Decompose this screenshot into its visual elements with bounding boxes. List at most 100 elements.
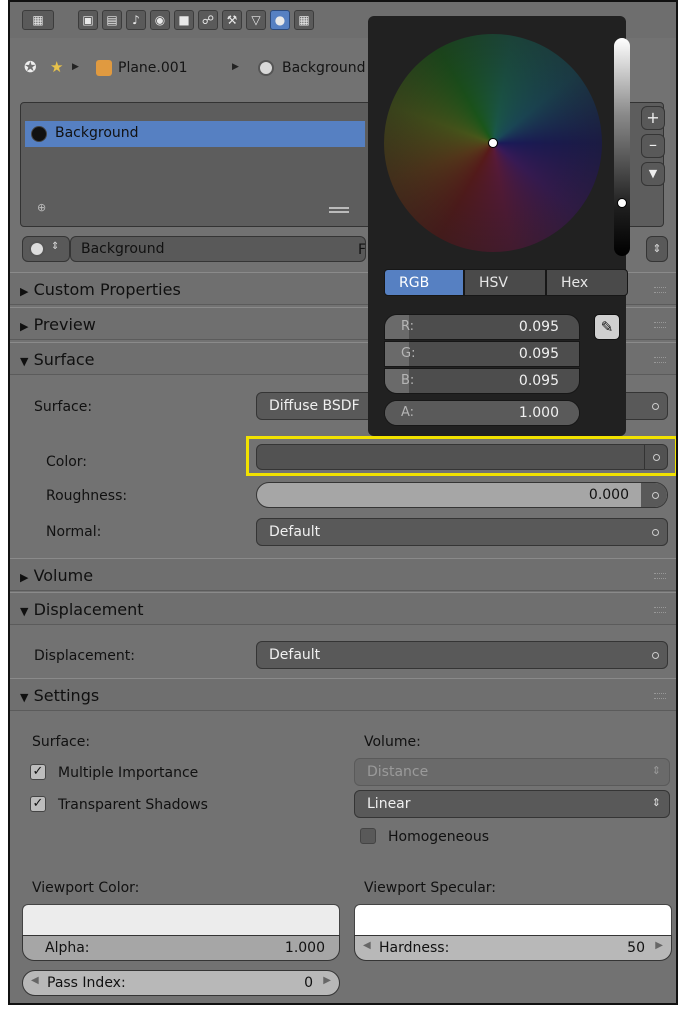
list-item[interactable]: Background bbox=[25, 121, 365, 147]
blue-channel-slider[interactable]: B: 0.095 bbox=[384, 368, 580, 394]
homogeneous-checkbox[interactable] bbox=[360, 828, 376, 844]
viewport-specular-label: Viewport Specular: bbox=[364, 880, 497, 896]
tab-rgb[interactable]: RGB bbox=[384, 269, 464, 296]
hardness-value: 50 bbox=[627, 940, 645, 956]
volume-header[interactable]: ▶ Volume bbox=[10, 558, 676, 591]
data-icon[interactable]: ▽ bbox=[246, 10, 266, 30]
render-layers-icon[interactable]: ▤ bbox=[102, 10, 122, 30]
settings-header[interactable]: ▼ Settings bbox=[10, 678, 676, 711]
color-swatch[interactable] bbox=[256, 444, 668, 470]
transparent-shadows-checkbox[interactable]: ✓ bbox=[30, 796, 46, 812]
add-world-icon[interactable]: + bbox=[641, 106, 665, 130]
displacement-input-button[interactable]: Default bbox=[256, 641, 668, 669]
surface-shader-value: Diffuse BSDF bbox=[269, 398, 360, 414]
expand-arrow-icon: ▼ bbox=[20, 355, 29, 368]
world-sphere-icon bbox=[31, 126, 47, 142]
green-channel-slider[interactable]: G: 0.095 bbox=[384, 341, 580, 367]
filter-icon[interactable]: ⊕ bbox=[37, 201, 46, 214]
breadcrumb-object[interactable]: Plane.001 bbox=[118, 60, 188, 76]
updown-arrows-icon: ⇕ bbox=[651, 764, 661, 777]
resize-grip-icon[interactable] bbox=[329, 207, 349, 213]
channel-label: R: bbox=[401, 319, 415, 334]
section-title: Preview bbox=[33, 315, 96, 334]
socket-icon bbox=[653, 454, 660, 461]
world-icon[interactable]: ◉ bbox=[150, 10, 170, 30]
pass-index-field[interactable]: ◀ Pass Index: 0 ▶ bbox=[22, 970, 340, 996]
volume-interpolation-value: Linear bbox=[367, 796, 411, 812]
volume-interpolation-dropdown[interactable]: Linear ⇕ bbox=[354, 790, 670, 818]
roughness-label: Roughness: bbox=[46, 488, 128, 504]
volume-sampling-value: Distance bbox=[367, 764, 429, 780]
drag-grip-icon[interactable] bbox=[654, 573, 666, 579]
increment-arrow-icon[interactable]: ▶ bbox=[655, 940, 663, 951]
remove-world-icon[interactable]: – bbox=[641, 134, 665, 158]
world-context-icon bbox=[258, 60, 274, 76]
drag-grip-icon[interactable] bbox=[654, 607, 666, 613]
pass-index-label: Pass Index: bbox=[47, 975, 126, 991]
color-wheel[interactable] bbox=[384, 34, 602, 252]
render-icon[interactable]: ▣ bbox=[78, 10, 98, 30]
section-title: Displacement bbox=[33, 600, 144, 619]
drag-grip-icon[interactable] bbox=[654, 287, 666, 293]
drag-grip-icon[interactable] bbox=[654, 322, 666, 328]
channel-value: 1.000 bbox=[518, 405, 559, 421]
viewport-specular-swatch[interactable] bbox=[354, 904, 672, 936]
updown-arrows-icon: ⇕ bbox=[51, 241, 60, 252]
alpha-slider[interactable]: Alpha: 1.000 bbox=[22, 935, 340, 961]
socket-icon bbox=[652, 652, 659, 659]
multiple-importance-checkbox[interactable]: ✓ bbox=[30, 764, 46, 780]
normal-value: Default bbox=[269, 524, 321, 540]
world-browse-button[interactable]: ⇕ bbox=[22, 236, 70, 262]
hardness-field[interactable]: ◀ Hardness: 50 ▶ bbox=[354, 935, 672, 961]
specials-menu-icon[interactable]: ▼ bbox=[641, 162, 665, 186]
transparent-shadows-label: Transparent Shadows bbox=[58, 797, 208, 813]
breadcrumb-world[interactable]: Background bbox=[282, 60, 366, 76]
scene-icon[interactable]: ♪ bbox=[126, 10, 146, 30]
color-picker-popup: RGB HSV Hex R: 0.095 G: 0.095 B: 0.095 A… bbox=[368, 16, 630, 436]
world-name-field[interactable]: Background bbox=[70, 236, 366, 262]
texture-icon[interactable]: ▦ bbox=[294, 10, 314, 30]
properties-panel: ▦ ▣ ▤ ♪ ◉ ■ ☍ ⚒ ▽ ● ▦ ✪ ★ ▶ Plane.001 ▶ … bbox=[8, 0, 678, 1005]
displacement-header[interactable]: ▼ Displacement bbox=[10, 592, 676, 625]
value-cursor[interactable] bbox=[617, 198, 627, 208]
eyedropper-icon[interactable]: ✎ bbox=[594, 314, 620, 340]
material-icon[interactable]: ● bbox=[270, 10, 290, 30]
alpha-label: Alpha: bbox=[45, 940, 90, 956]
red-channel-slider[interactable]: R: 0.095 bbox=[384, 314, 580, 340]
viewport-color-swatch[interactable] bbox=[22, 904, 340, 936]
constraints-icon[interactable]: ☍ bbox=[198, 10, 218, 30]
increment-arrow-icon[interactable]: ▶ bbox=[323, 975, 331, 986]
pin-icon[interactable]: ✪ bbox=[24, 58, 37, 76]
object-data-icon bbox=[96, 60, 112, 76]
roughness-slider[interactable]: 0.000 bbox=[256, 482, 668, 508]
drag-grip-icon[interactable] bbox=[654, 693, 666, 699]
modifiers-icon[interactable]: ⚒ bbox=[222, 10, 242, 30]
expand-arrow-icon: ▼ bbox=[20, 605, 29, 618]
normal-input-button[interactable]: Default bbox=[256, 518, 668, 546]
displacement-value: Default bbox=[269, 647, 321, 663]
section-title: Surface bbox=[33, 350, 95, 369]
updown-arrows-icon[interactable]: ⇕ bbox=[646, 236, 668, 262]
drag-grip-icon[interactable] bbox=[654, 357, 666, 363]
decrement-arrow-icon[interactable]: ◀ bbox=[31, 975, 39, 986]
section-title: Custom Properties bbox=[33, 280, 181, 299]
list-item-label: Background bbox=[55, 125, 139, 141]
editor-type-icon[interactable]: ▦ bbox=[22, 10, 54, 30]
displacement-label: Displacement: bbox=[34, 648, 135, 664]
alpha-channel-slider[interactable]: A: 1.000 bbox=[384, 400, 580, 426]
chevron-right-icon: ▶ bbox=[72, 62, 79, 72]
tab-hex[interactable]: Hex bbox=[546, 269, 628, 296]
channel-value: 0.095 bbox=[518, 346, 559, 362]
wheel-cursor[interactable] bbox=[488, 138, 498, 148]
object-icon[interactable]: ■ bbox=[174, 10, 194, 30]
socket-icon bbox=[652, 492, 659, 499]
socket-icon bbox=[652, 403, 659, 410]
updown-arrows-icon: ⇕ bbox=[651, 796, 661, 809]
fake-user-button[interactable]: F bbox=[358, 242, 366, 258]
value-slider[interactable] bbox=[614, 38, 630, 256]
scene-context-icon: ★ bbox=[50, 58, 64, 76]
tab-hsv[interactable]: HSV bbox=[464, 269, 546, 296]
decrement-arrow-icon[interactable]: ◀ bbox=[363, 940, 371, 951]
volume-sampling-dropdown[interactable]: Distance ⇕ bbox=[354, 758, 670, 786]
homogeneous-label: Homogeneous bbox=[388, 829, 490, 845]
